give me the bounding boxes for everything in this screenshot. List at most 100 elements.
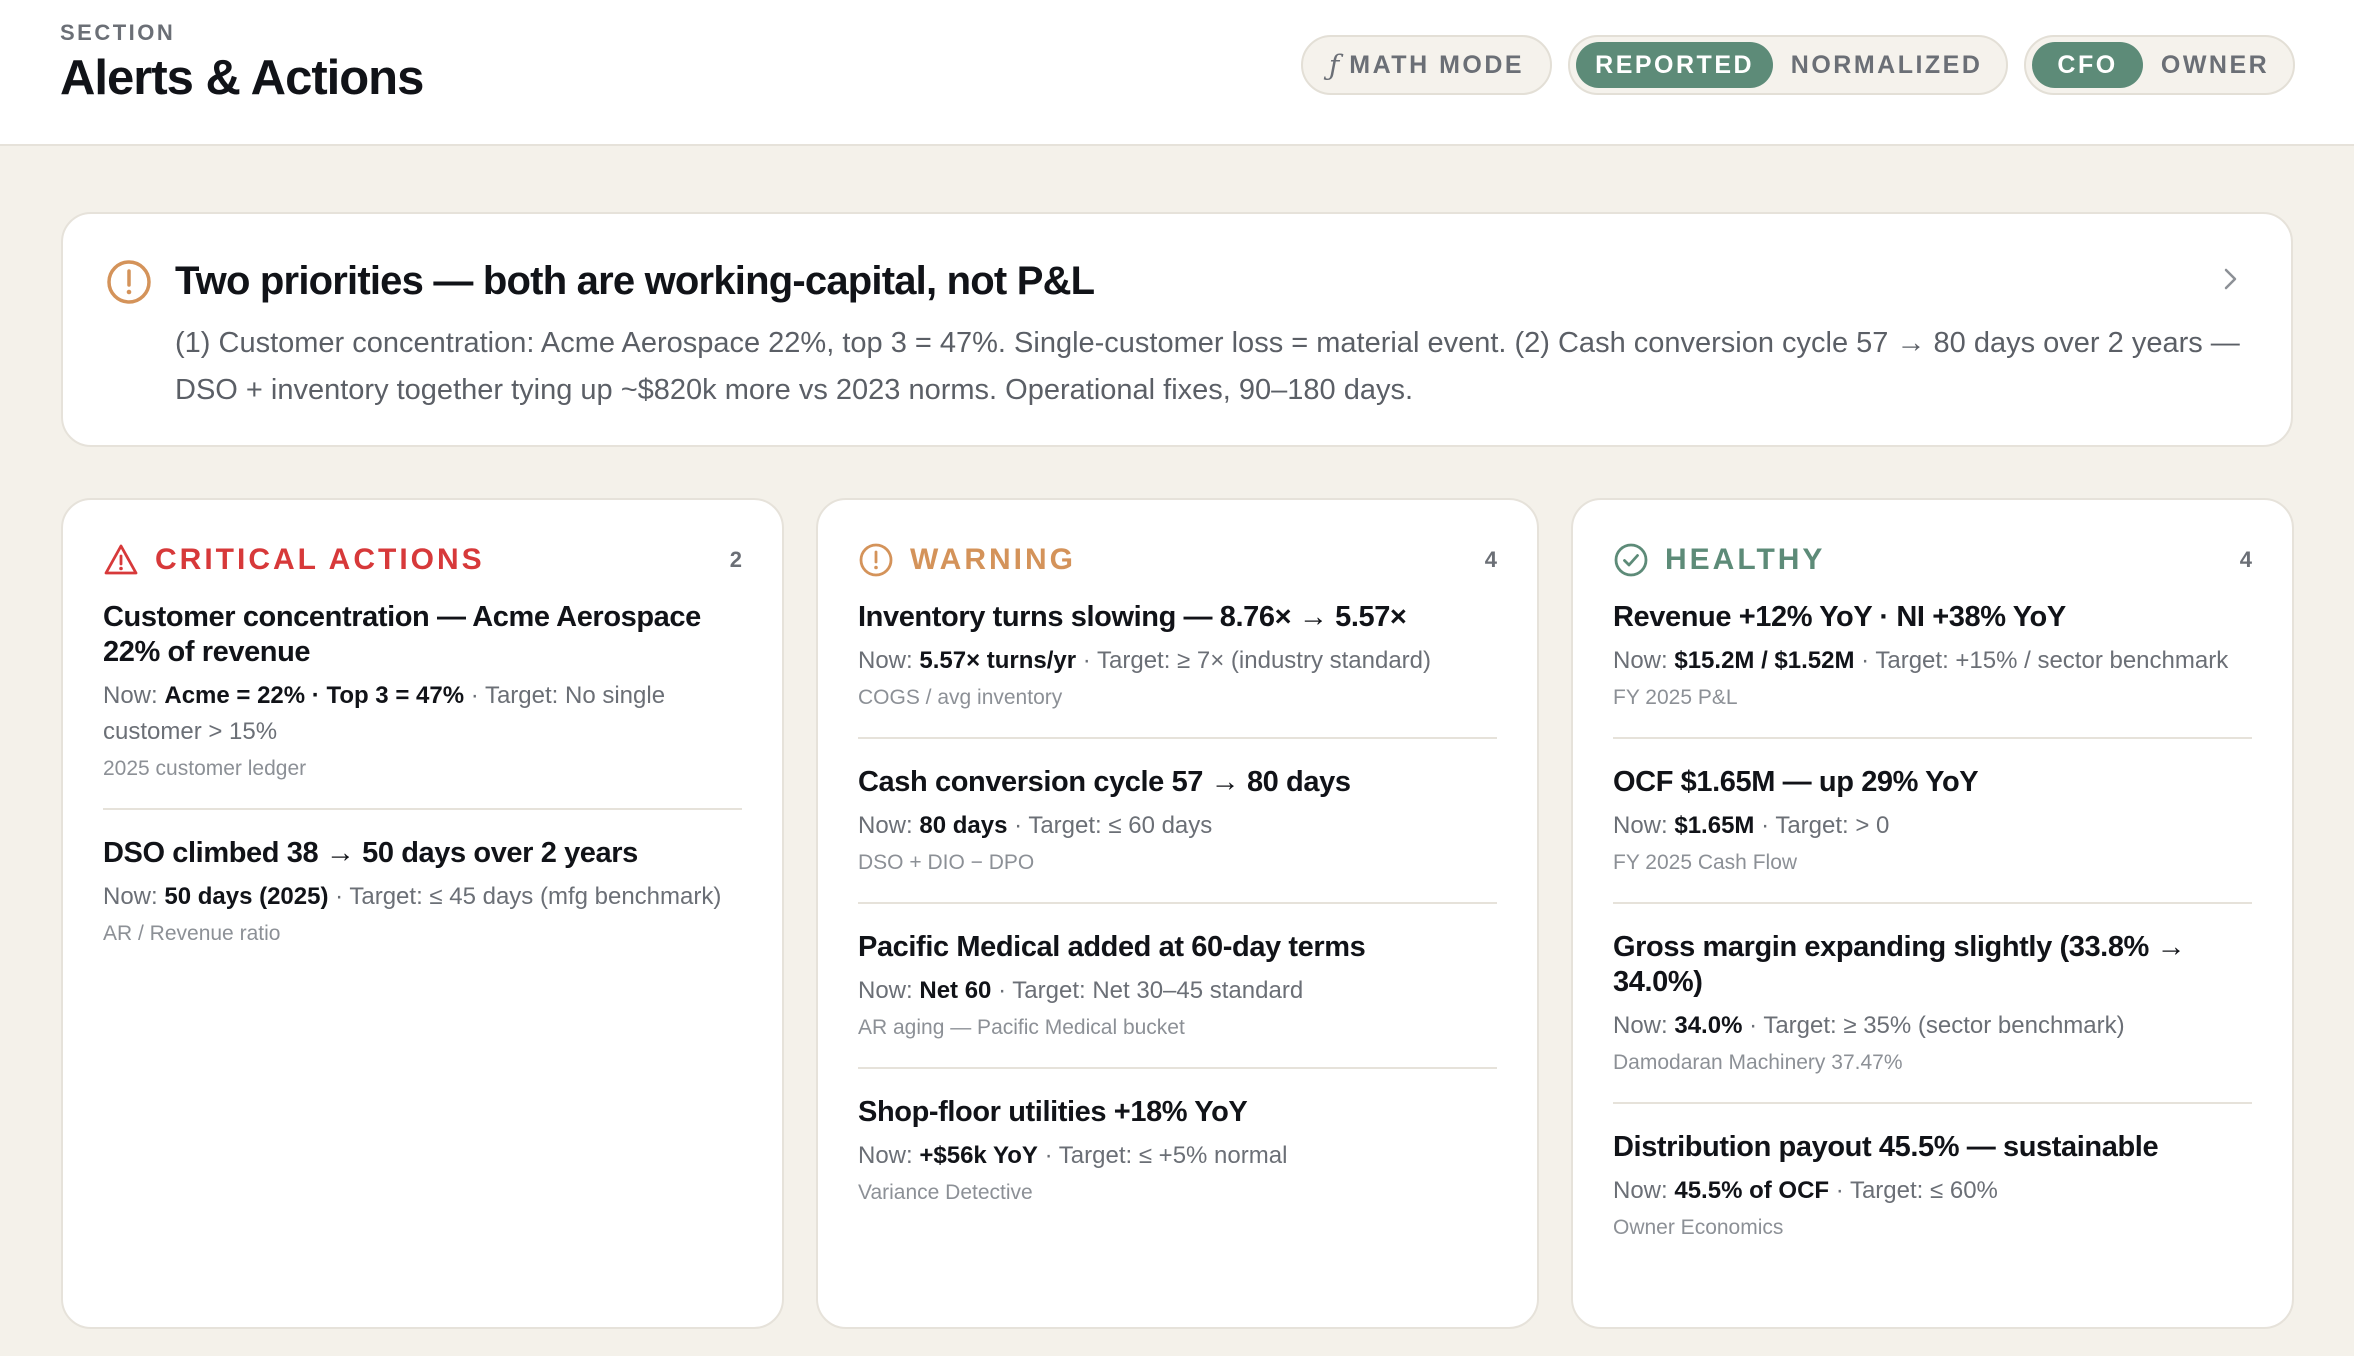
alert-list: Revenue +12% YoY · NI +38% YoY Now: $15.… [1613,600,2252,1267]
alert-meta: Now: Net 60 · Target: Net 30–45 standard [858,973,1497,1009]
target-text: · Target: ≤ 45 days (mfg benchmark) [335,883,722,910]
alert-item[interactable]: Distribution payout 45.5% — sustainable … [1613,1130,2252,1267]
owner-toggle[interactable]: OWNER [2143,42,2287,88]
alert-title: Inventory turns slowing — 8.76× → 5.57× [858,601,1407,633]
alert-source: AR aging — Pacific Medical bucket [858,1016,1185,1039]
now-value: 34.0% [1674,1012,1743,1039]
alert-item[interactable]: Inventory turns slowing — 8.76× → 5.57× … [858,600,1497,739]
target-text: · Target: ≥ 7× (industry standard) [1082,647,1432,674]
function-icon: ƒ [1328,48,1340,82]
math-mode-button[interactable]: ƒ MATH MODE [1301,35,1552,95]
priority-title: Two priorities — both are working-capita… [175,259,1095,303]
now-value: 45.5% of OCF [1674,1177,1830,1204]
alert-meta: Now: 45.5% of OCF · Target: ≤ 60% [1613,1173,2252,1209]
target-text: · Target: ≤ 60 days [1014,812,1213,839]
alert-item[interactable]: OCF $1.65M — up 29% YoY Now: $1.65M · Ta… [1613,765,2252,904]
role-toggle: CFO OWNER [2024,35,2295,95]
alert-meta: Now: 50 days (2025) · Target: ≤ 45 days … [103,879,742,915]
alert-source: Owner Economics [1613,1216,1784,1239]
alert-source: FY 2025 Cash Flow [1613,851,1798,874]
alert-meta: Now: 5.57× turns/yr · Target: ≥ 7× (indu… [858,643,1497,679]
section-label: SECTION [60,20,176,45]
now-label: Now: [1613,1177,1668,1204]
alert-source: DSO + DIO − DPO [858,851,1035,874]
now-value: Net 60 [919,977,992,1004]
healthy-card: HEALTHY 4 Revenue +12% YoY · NI +38% YoY… [1571,498,2294,1329]
check-circle-icon [1614,543,1648,577]
warning-triangle-icon [104,544,138,575]
now-value: 80 days [919,812,1008,839]
alert-item[interactable]: Gross margin expanding slightly (33.8% →… [1613,930,2252,1104]
alert-item[interactable]: DSO climbed 38 → 50 days over 2 years No… [103,836,742,973]
alert-meta: Now: $15.2M / $1.52M · Target: +15% / se… [1613,643,2252,679]
alert-title: Revenue +12% YoY · NI +38% YoY [1613,601,2066,633]
column-title: CRITICAL ACTIONS [155,543,485,576]
alert-source: Damodaran Machinery 37.47% [1613,1051,1903,1074]
critical-actions-header: CRITICAL ACTIONS 2 [103,540,742,580]
now-label: Now: [858,1142,913,1169]
now-label: Now: [1613,647,1668,674]
now-label: Now: [1613,1012,1668,1039]
chevron-right-icon[interactable] [2219,264,2243,294]
target-text: · Target: ≤ +5% normal [1044,1142,1288,1169]
alert-title: Cash conversion cycle 57 → 80 days [858,766,1351,798]
critical-actions-card: CRITICAL ACTIONS 2 Customer concentratio… [61,498,784,1329]
view-toggle: REPORTED NORMALIZED [1568,35,2008,95]
alert-meta: Now: 34.0% · Target: ≥ 35% (sector bench… [1613,1008,2252,1044]
now-label: Now: [858,812,913,839]
now-label: Now: [1613,812,1668,839]
warning-header: WARNING 4 [858,540,1497,580]
column-count: 4 [1484,547,1497,572]
column-title: HEALTHY [1665,543,1826,576]
now-value: Acme = 22% · Top 3 = 47% [164,682,465,709]
alert-title: OCF $1.65M — up 29% YoY [1613,766,1979,798]
alert-meta: Now: +$56k YoY · Target: ≤ +5% normal [858,1138,1497,1174]
top-bar: SECTION Alerts & Actions ƒ MATH MODE REP… [0,0,2354,146]
column-count: 2 [729,547,742,572]
column-title: WARNING [910,543,1076,576]
alert-title: Customer concentration — Acme Aerospace … [103,601,701,668]
alert-title: Pacific Medical added at 60-day terms [858,931,1366,963]
alert-title: Gross margin expanding slightly (33.8% →… [1613,931,2186,998]
now-label: Now: [103,883,158,910]
page-title: Alerts & Actions [60,51,424,105]
alert-item[interactable]: Cash conversion cycle 57 → 80 days Now: … [858,765,1497,904]
alert-list: Inventory turns slowing — 8.76× → 5.57× … [858,600,1497,1232]
now-value: 50 days (2025) [164,883,329,910]
alert-list: Customer concentration — Acme Aerospace … [103,600,742,973]
now-value: $1.65M [1674,812,1755,839]
now-label: Now: [858,647,913,674]
math-mode-label: MATH MODE [1349,50,1525,79]
alert-circle-icon [107,260,151,304]
alert-circle-icon [859,543,893,577]
target-text: · Target: ≤ 60% [1835,1177,1998,1204]
column-count: 4 [2239,547,2252,572]
priority-banner[interactable]: Two priorities — both are working-capita… [61,212,2293,447]
now-value: $15.2M / $1.52M [1674,647,1855,674]
alert-source: COGS / avg inventory [858,686,1063,709]
alert-title: DSO climbed 38 → 50 days over 2 years [103,837,638,869]
priority-body: (1) Customer concentration: Acme Aerospa… [175,327,2240,406]
alert-meta: Now: Acme = 22% · Top 3 = 47% · Target: … [103,678,742,750]
alert-item[interactable]: Shop-floor utilities +18% YoY Now: +$56k… [858,1095,1497,1232]
now-label: Now: [103,682,158,709]
target-text: · Target: +15% / sector benchmark [1861,647,2229,674]
reported-toggle[interactable]: REPORTED [1576,42,1774,88]
alert-item[interactable]: Pacific Medical added at 60-day terms No… [858,930,1497,1069]
alert-item[interactable]: Revenue +12% YoY · NI +38% YoY Now: $15.… [1613,600,2252,739]
target-text: · Target: > 0 [1761,812,1890,839]
alert-item[interactable]: Customer concentration — Acme Aerospace … [103,600,742,810]
target-text: · Target: ≥ 35% (sector benchmark) [1749,1012,2125,1039]
target-text: · Target: Net 30–45 standard [998,977,1304,1004]
alert-source: AR / Revenue ratio [103,922,281,945]
alert-meta: Now: 80 days · Target: ≤ 60 days [858,808,1497,844]
alert-source: Variance Detective [858,1181,1033,1204]
alert-source: 2025 customer ledger [103,757,307,780]
warning-card: WARNING 4 Inventory turns slowing — 8.76… [816,498,1539,1329]
cfo-toggle[interactable]: CFO [2032,42,2144,88]
alert-source: FY 2025 P&L [1613,686,1738,709]
alert-title: Distribution payout 45.5% — sustainable [1613,1131,2159,1163]
normalized-toggle[interactable]: NORMALIZED [1773,42,2000,88]
now-label: Now: [858,977,913,1004]
healthy-header: HEALTHY 4 [1613,540,2252,580]
